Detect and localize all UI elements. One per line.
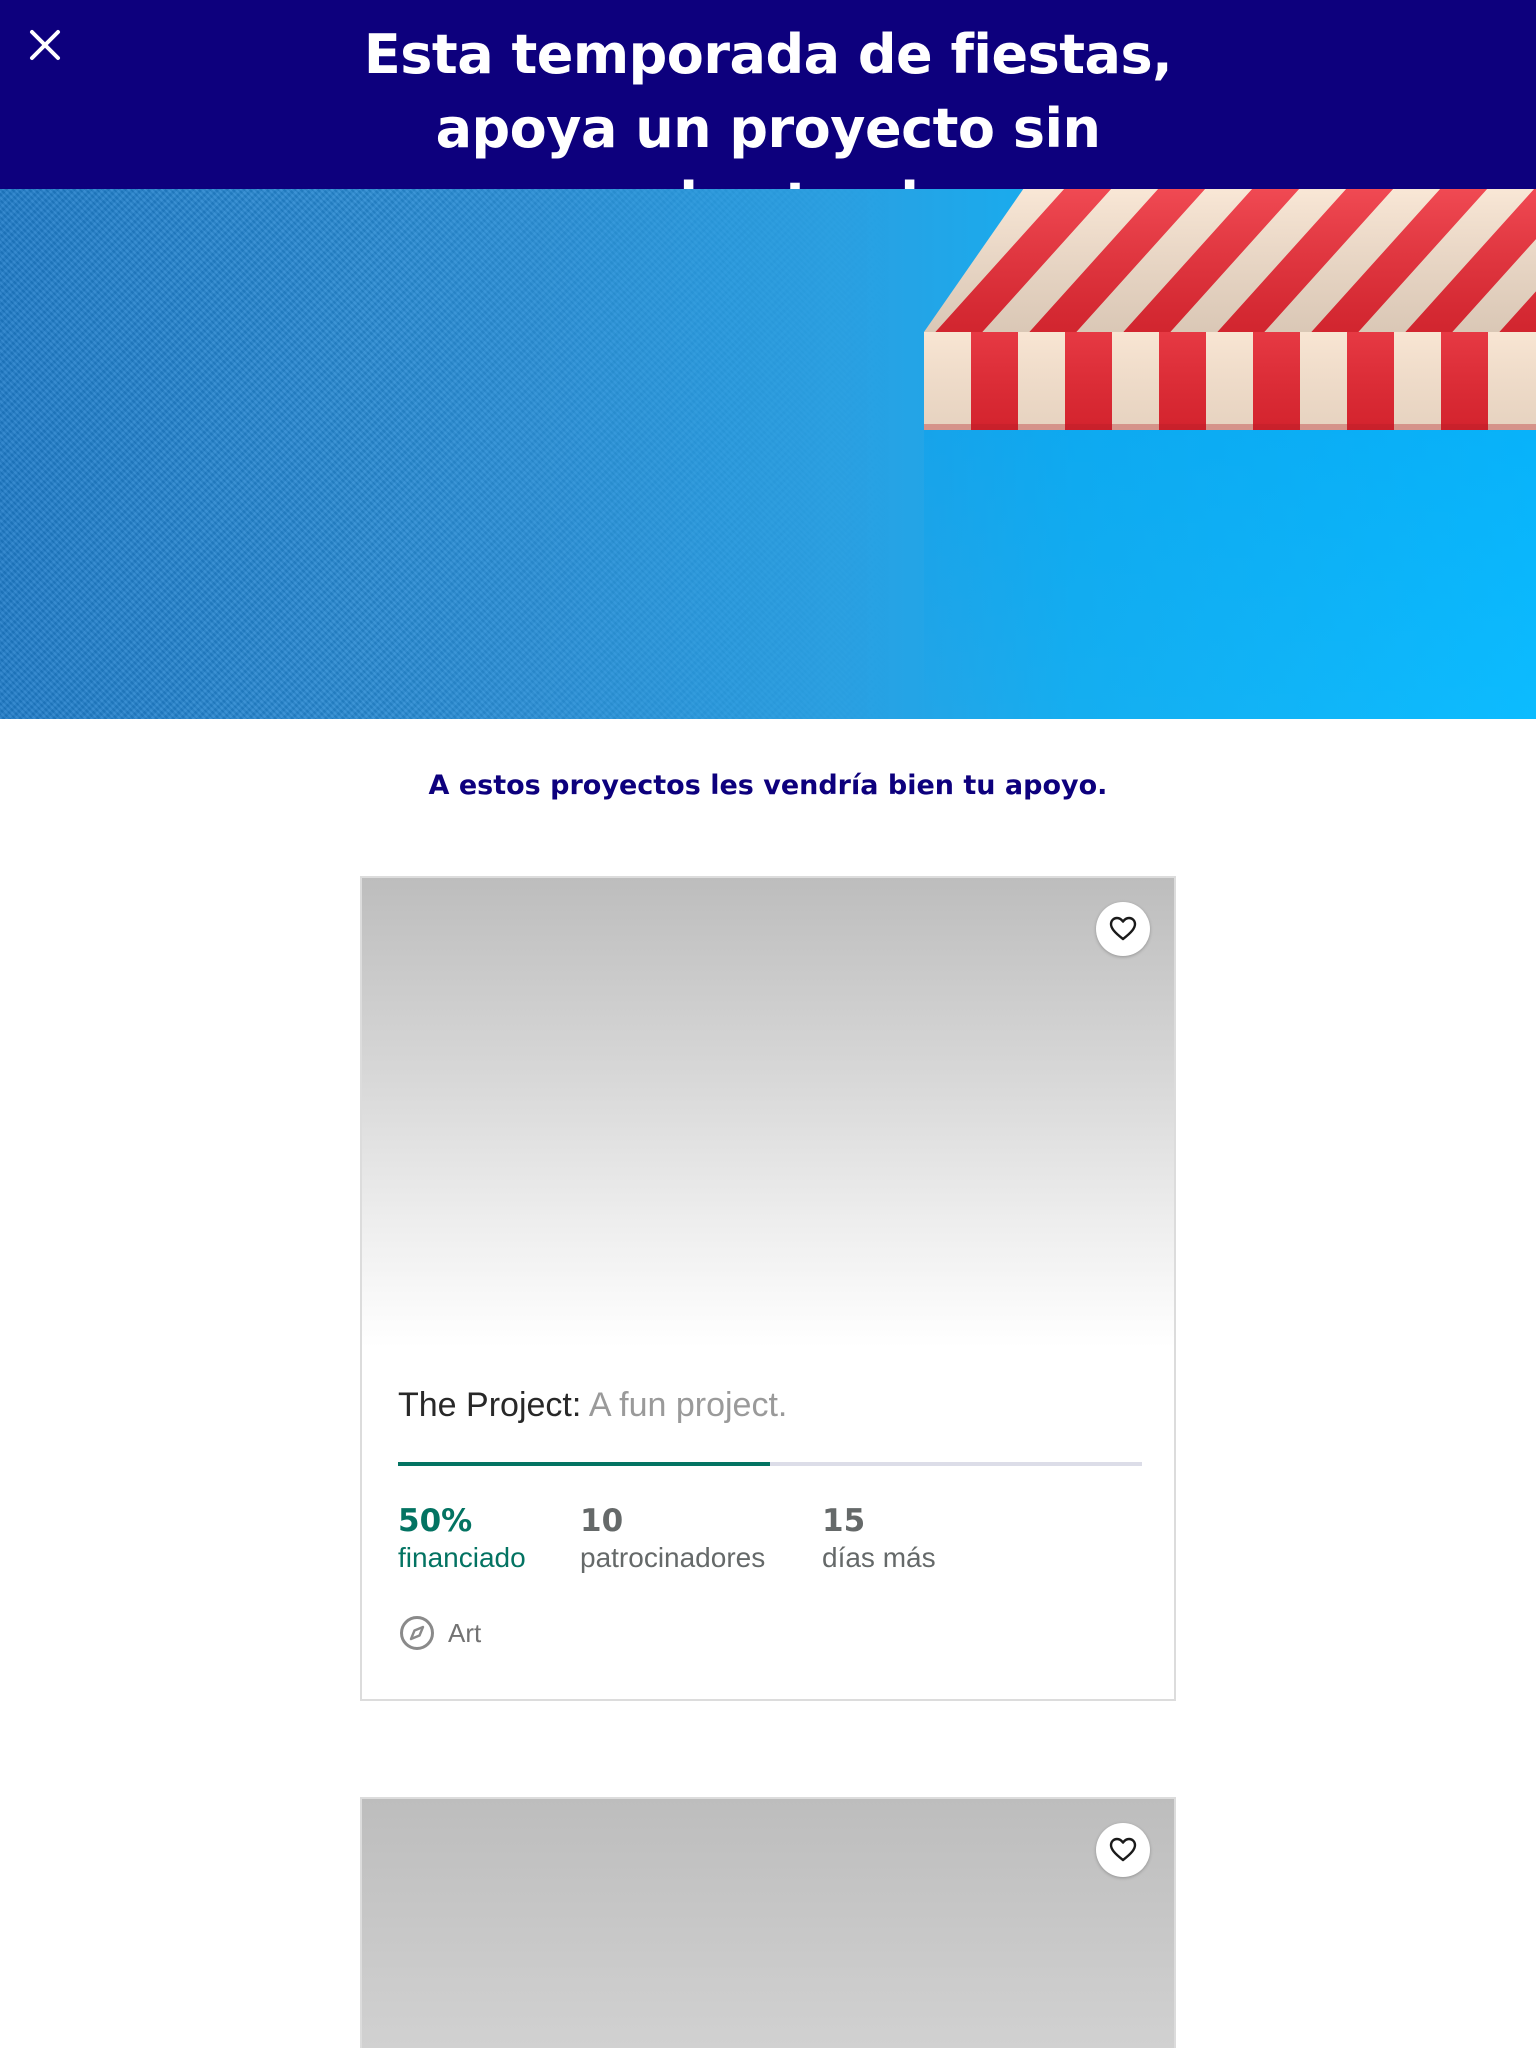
funded-value: 50% (398, 1503, 473, 1539)
favorite-button[interactable] (1096, 902, 1150, 956)
project-image[interactable] (362, 1799, 1174, 2048)
banner-title-line: Esta temporada de fiestas, (363, 23, 1173, 86)
banner-title-line: apoya un proyecto sin (435, 97, 1101, 160)
backers-label: patrocinadores (580, 1542, 766, 1573)
project-title[interactable]: The Project: A fun project. (398, 1383, 787, 1427)
project-card[interactable] (360, 1797, 1176, 2048)
project-image[interactable] (362, 878, 1174, 1348)
backers-value: 10 (580, 1503, 624, 1539)
awning-shadow (924, 430, 1536, 719)
stat-backers: 10 patrocinadores (580, 1502, 765, 1576)
project-name: The Project: (398, 1386, 582, 1424)
heart-icon (1109, 916, 1137, 941)
banner-title-line: apoyo hasta ahora. (318, 166, 1218, 189)
banner-title: Esta temporada de fiestas, apoya un proy… (318, 18, 1218, 189)
days-label: días más (822, 1542, 936, 1573)
category-label: Art (448, 1618, 482, 1648)
project-category[interactable]: Art (398, 1614, 481, 1652)
project-blurb: A fun project. (588, 1386, 788, 1424)
stat-funded: 50% financiado (398, 1502, 526, 1576)
close-icon (30, 30, 60, 60)
funding-progress-fill (398, 1462, 770, 1466)
close-button[interactable] (20, 20, 70, 70)
stat-days-left: 15 días más (822, 1502, 936, 1576)
favorite-button[interactable] (1096, 1823, 1150, 1877)
top-banner: Esta temporada de fiestas, apoya un proy… (0, 0, 1536, 189)
page: Esta temporada de fiestas, apoya un proy… (0, 0, 1536, 2048)
funded-label: financiado (398, 1542, 526, 1573)
funding-progress-bar (398, 1462, 1142, 1466)
awning-illustration (924, 188, 1536, 430)
compass-icon (400, 1616, 434, 1650)
project-card[interactable]: The Project: A fun project. 50% financia… (360, 876, 1176, 1701)
heart-icon (1109, 1837, 1137, 1862)
days-value: 15 (822, 1503, 866, 1539)
section-subtitle: A estos proyectos les vendría bien tu ap… (428, 770, 1108, 801)
